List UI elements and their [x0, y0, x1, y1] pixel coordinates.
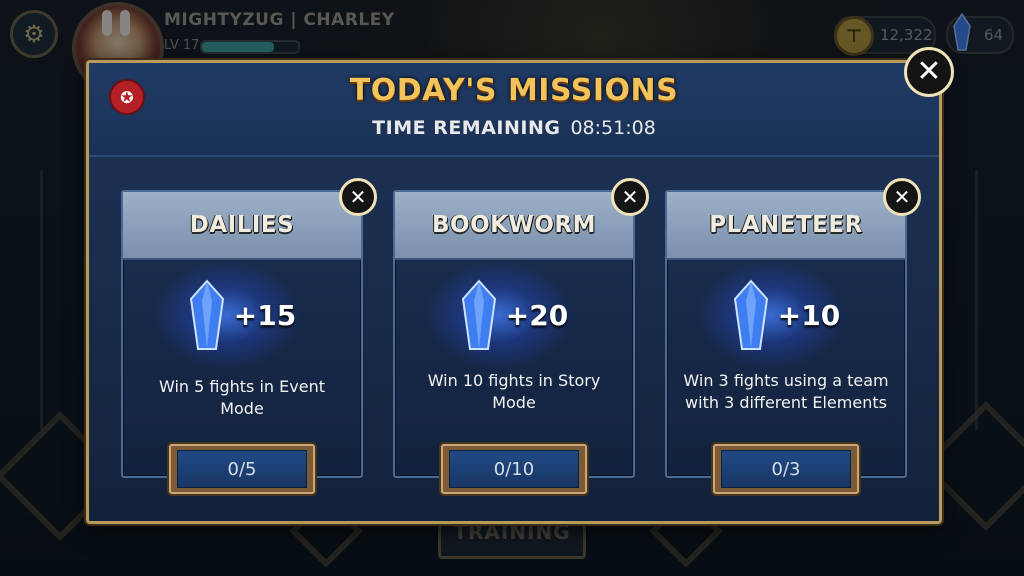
gem-icon [461, 279, 496, 350]
mission-title: BOOKWORM [432, 212, 596, 238]
mission-reward: +10 [667, 260, 905, 370]
time-remaining: TIME REMAINING 08:51:08 [89, 117, 939, 139]
close-icon[interactable]: ✕ [339, 178, 377, 216]
dialog-title: TODAY'S MISSIONS [349, 73, 679, 108]
close-icon[interactable]: ✕ [883, 178, 921, 216]
mission-title: DAILIES [189, 212, 295, 238]
close-icon[interactable]: ✕ [611, 178, 649, 216]
timer-value: 08:51:08 [570, 117, 656, 139]
close-icon[interactable]: ✕ [904, 47, 954, 97]
progress-value: 0/10 [449, 450, 579, 488]
mission-description: Win 3 fights using a team with 3 differe… [683, 371, 889, 412]
mission-progress: 0/5 [169, 444, 315, 494]
reward-amount: +15 [233, 298, 297, 332]
missions-dialog: ✪ TODAY'S MISSIONS TIME REMAINING 08:51:0… [86, 47, 954, 524]
timer-label: TIME REMAINING [372, 117, 561, 139]
mission-reward: +20 [395, 260, 633, 370]
mission-progress: 0/3 [713, 444, 859, 494]
mission-card-bookworm[interactable]: BOOKWORM ✕ +20 Win 10 fights in Story Mo… [393, 178, 649, 494]
mission-card-header: BOOKWORM [395, 192, 633, 260]
mission-card-header: PLANETEER [667, 192, 905, 260]
gem-icon [733, 279, 768, 350]
mission-reward: +15 [123, 260, 361, 370]
mission-card-planeteer[interactable]: PLANETEER ✕ +10 Win 3 fights using a tea… [665, 178, 921, 494]
mission-title: PLANETEER [709, 212, 863, 238]
dialog-header: ✪ TODAY'S MISSIONS TIME REMAINING 08:51:0… [89, 63, 939, 157]
progress-value: 0/5 [177, 450, 307, 488]
mission-card-dailies[interactable]: DAILIES ✕ +15 Win 5 fights in Event Mode… [121, 178, 377, 494]
reward-amount: +20 [505, 298, 569, 332]
progress-value: 0/3 [721, 450, 851, 488]
mission-card-header: DAILIES [123, 192, 361, 260]
gem-icon [189, 279, 224, 350]
mission-progress: 0/10 [441, 444, 587, 494]
reward-amount: +10 [777, 298, 841, 332]
mission-description: Win 5 fights in Event Mode [159, 377, 325, 418]
mission-description: Win 10 fights in Story Mode [427, 371, 601, 412]
